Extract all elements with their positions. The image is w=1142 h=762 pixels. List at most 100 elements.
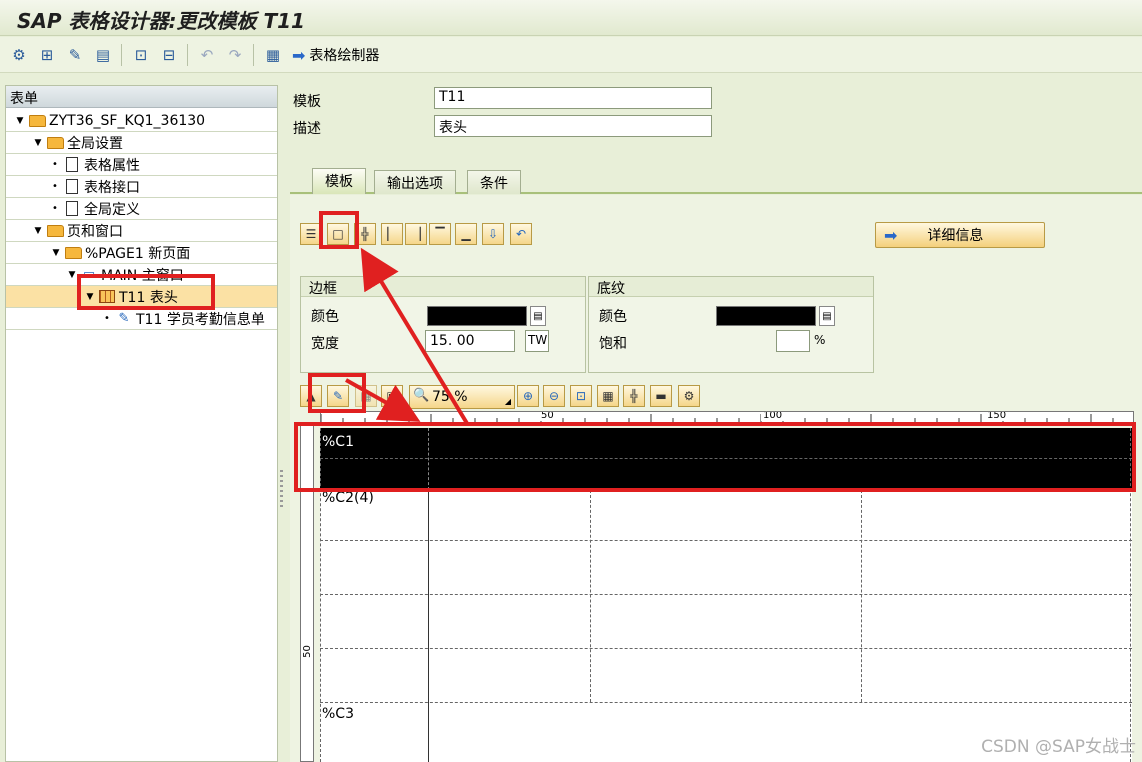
expand-icon[interactable]: ▼ [50, 248, 62, 258]
undo-table-icon[interactable]: ↶ [510, 223, 532, 245]
tab-strip: 模板 输出选项 条件 [290, 168, 1142, 194]
title-bar: SAP 表格设计器:更改模板 T11 [0, 0, 1142, 36]
ruler-mark-150: 150 [985, 411, 1009, 421]
toolbar-separator [253, 44, 254, 66]
splitter-handle[interactable] [280, 470, 283, 510]
folder-open-icon [46, 135, 64, 151]
details-label: 详细信息 [927, 228, 984, 244]
grid-line [320, 594, 1132, 595]
magic-wand-icon[interactable]: ✎ [64, 44, 86, 66]
tree-node-form-attributes[interactable]: • 表格属性 [6, 154, 277, 176]
description-field[interactable]: 表头 [434, 115, 712, 137]
window-title: SAP 表格设计器:更改模板 T11 [17, 9, 305, 33]
text-edit-icon: ✎ [118, 311, 130, 326]
tree-node-global-settings[interactable]: ▼ 全局设置 [6, 132, 277, 154]
tree-node-form[interactable]: ▼ ZYT36_SF_KQ1_36130 [6, 110, 277, 132]
tree-node-label: T11 学员考勤信息单 [136, 311, 265, 328]
check-icon[interactable]: ⚙ [8, 44, 30, 66]
tree-node-global-definitions[interactable]: • 全局定义 [6, 198, 277, 220]
saturation-label: 饱和 [599, 336, 627, 352]
bullet-icon: • [52, 203, 58, 214]
folder-open-icon [28, 113, 46, 129]
grid-line [861, 490, 862, 702]
grid-line [320, 540, 1132, 541]
left-border-icon[interactable]: ▏ [381, 223, 403, 245]
expand-icon[interactable]: ▼ [32, 226, 44, 236]
toolbar-separator [187, 44, 188, 66]
row-label-c3: %C3 [322, 706, 354, 722]
border-color-label: 颜色 [311, 309, 339, 325]
border-width-field[interactable]: 15. 00 [425, 330, 515, 352]
highlight-frame-button [319, 211, 359, 249]
tree-node-page1[interactable]: ▼ %PAGE1 新页面 [6, 242, 277, 264]
ruler-mark-50: 50 [539, 411, 556, 421]
zoom-in-icon[interactable]: ⊕ [517, 385, 539, 407]
shading-color-field[interactable] [716, 306, 816, 326]
saturation-field[interactable] [776, 330, 810, 352]
watermark: CSDN @SAP女战士 [981, 737, 1136, 757]
shading-color-label: 颜色 [599, 309, 627, 325]
application-toolbar: ⚙ ⊞ ✎ ▤ ⊡ ⊟ ↶ ↷ ▦ ➡ 表格绘制器 [0, 37, 1142, 73]
saturation-percent: % [814, 333, 826, 347]
grid-line [320, 648, 1132, 649]
remove-node-icon[interactable]: ⊟ [158, 44, 180, 66]
grid-line [320, 702, 1132, 703]
tab-template[interactable]: 模板 [312, 168, 366, 194]
download-icon[interactable]: ⇩ [482, 223, 504, 245]
ruler-mark-100: 100 [761, 411, 785, 421]
tree-node-label: 全局设置 [67, 135, 123, 152]
print-preview-icon[interactable]: ▤ [92, 44, 114, 66]
tree-node-pages-windows[interactable]: ▼ 页和窗口 [6, 220, 277, 242]
grid-lines-icon[interactable]: ╬ [623, 385, 645, 407]
table-painter-label: 表格绘制器 [309, 48, 380, 64]
zoom-icon: 🔍 [413, 388, 430, 403]
color-picker-icon[interactable]: ▤ [530, 306, 546, 326]
details-button[interactable]: ➡ 详细信息 [875, 222, 1045, 248]
bullet-icon: • [52, 159, 58, 170]
tree-node-label: 全局定义 [84, 201, 140, 218]
grid-icon[interactable]: ▦ [597, 385, 619, 407]
grid-line [428, 490, 429, 762]
form-tree: 表单 ▼ ZYT36_SF_KQ1_36130 ▼ 全局设置 • 表格属性 • … [5, 85, 278, 762]
hierarchy-icon[interactable]: ⊞ [36, 44, 58, 66]
tab-conditions[interactable]: 条件 [467, 170, 521, 194]
tab-output-options[interactable]: 输出选项 [374, 170, 456, 194]
redo-icon[interactable]: ↷ [224, 44, 246, 66]
table-painter-button[interactable]: ➡ 表格绘制器 [292, 45, 379, 65]
zoom-dropdown[interactable]: 🔍 75 % ◢ [409, 385, 515, 409]
template-field[interactable]: T11 [434, 87, 712, 109]
undo-icon[interactable]: ↶ [196, 44, 218, 66]
row-label-c2: %C2(4) [322, 490, 374, 506]
bottom-border-icon[interactable]: ▁ [455, 223, 477, 245]
document-icon [63, 179, 81, 195]
right-border-icon[interactable]: ▕ [405, 223, 427, 245]
border-width-unit[interactable]: TW [525, 330, 549, 352]
border-color-field[interactable] [427, 306, 527, 326]
border-group-title: 边框 [301, 277, 585, 297]
tree-node-form-interface[interactable]: • 表格接口 [6, 176, 277, 198]
zoom-out-icon[interactable]: ⊖ [543, 385, 565, 407]
ruler-mark-50: 50 [301, 645, 313, 658]
expand-icon[interactable]: ▼ [14, 116, 26, 126]
add-node-icon[interactable]: ⊡ [130, 44, 152, 66]
bullet-icon: • [52, 181, 58, 192]
pattern-icon[interactable]: ▣ [381, 385, 403, 407]
color-picker-icon[interactable]: ▤ [819, 306, 835, 326]
expand-icon[interactable]: ▼ [32, 138, 44, 148]
zoom-value: 75 % [432, 389, 468, 405]
tree-node-text-t11[interactable]: • ✎ T11 学员考勤信息单 [6, 308, 277, 330]
fit-page-icon[interactable]: ⊡ [570, 385, 592, 407]
form-painter-icon[interactable]: ▦ [262, 44, 284, 66]
highlight-pencil-button [308, 373, 366, 413]
top-border-icon[interactable]: ▔ [429, 223, 451, 245]
tree-node-label: 表格接口 [84, 179, 140, 196]
tree-node-label: 页和窗口 [67, 223, 123, 240]
ruler-icon[interactable]: ▬ [650, 385, 672, 407]
arrow-right-icon: ➡ [292, 45, 306, 65]
settings-icon[interactable]: ⚙ [678, 385, 700, 407]
tree-node-label: 表格属性 [84, 157, 140, 174]
tree-node-label: ZYT36_SF_KQ1_36130 [49, 112, 206, 129]
border-width-label: 宽度 [311, 336, 339, 352]
folder-open-icon [64, 245, 82, 261]
dropdown-arrow-icon: ◢ [504, 397, 511, 406]
